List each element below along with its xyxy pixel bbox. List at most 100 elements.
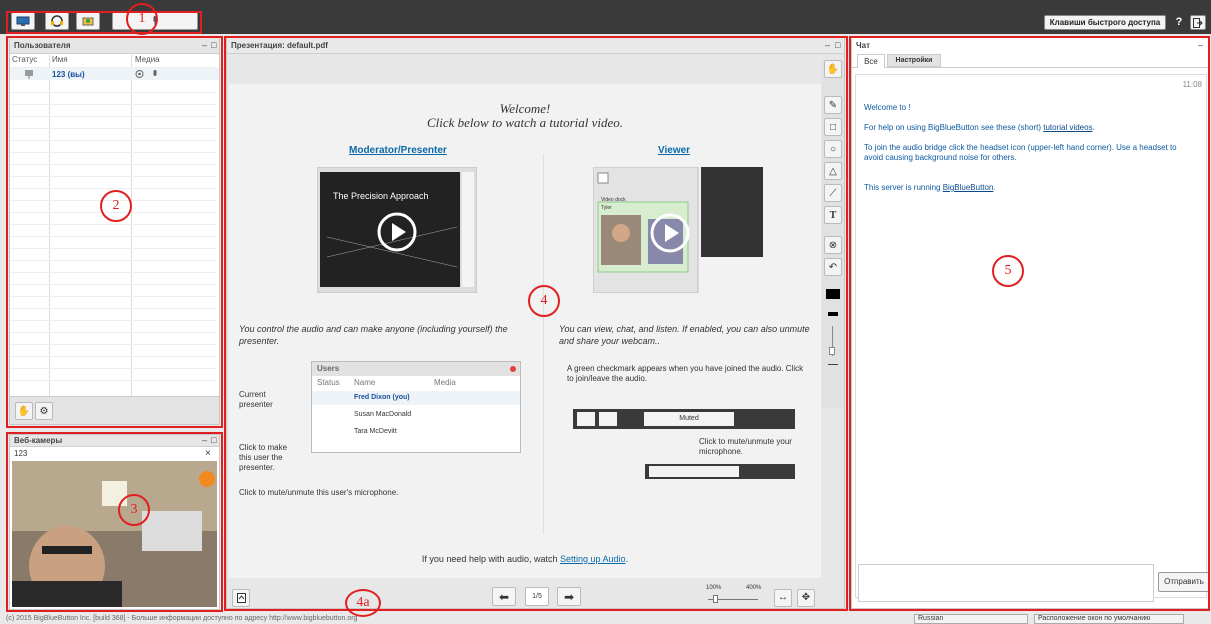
checkmark-note: A green checkmark appears when you have …: [567, 364, 804, 383]
color-picker[interactable]: [826, 289, 840, 299]
presentation-panel: Презентация: default.pdf – □ Welcome! Cl…: [226, 37, 845, 609]
annotation-label: 2: [100, 190, 132, 222]
mini-user: Tyler: [601, 205, 612, 211]
next-slide-button[interactable]: ➡: [557, 587, 581, 606]
chat-tab-all[interactable]: Все: [857, 54, 885, 68]
slide-canvas[interactable]: Welcome! Click below to watch a tutorial…: [229, 84, 821, 578]
example-col-name: Name: [354, 378, 376, 387]
gear-icon: ⚙: [39, 405, 49, 417]
annotation-label: 4a: [345, 589, 381, 617]
moderator-video-link[interactable]: Moderator/Presenter: [349, 145, 447, 156]
upload-icon: [236, 593, 246, 603]
users-panel: Пользователя – □ Статус Имя Медиа 123 (в…: [9, 37, 220, 425]
chat-message: For help on using BigBlueButton see thes…: [864, 123, 1095, 132]
chat-panel: Чат – Все Настройки 11:08 Welcome to ! F…: [851, 37, 1210, 609]
whiteboard-toolbar: ✋ ✎ □ ○ △ ⟋ T ⊗ ↶: [822, 60, 844, 408]
upload-presentation-button[interactable]: [232, 589, 250, 607]
arrow-right-icon: ➡: [563, 589, 575, 604]
moderator-video-thumbnail[interactable]: [317, 167, 477, 293]
zoom-min-label: 100%: [706, 585, 722, 591]
annotation-label: 3: [118, 494, 150, 526]
send-button[interactable]: Отправить: [1158, 572, 1210, 592]
help-button[interactable]: ?: [1172, 15, 1186, 30]
pencil-tool-button[interactable]: ✎: [824, 96, 842, 114]
arrow-left-icon: ⬅: [498, 589, 510, 604]
audio-help-line: If you need help with audio, watch Setti…: [421, 554, 629, 564]
column-status[interactable]: Статус: [10, 55, 50, 67]
close-icon[interactable]: ×: [205, 448, 211, 459]
text-tool-button[interactable]: T: [824, 206, 842, 224]
triangle-tool-button[interactable]: △: [824, 162, 842, 180]
users-example-title: Users: [312, 362, 520, 376]
table-row[interactable]: 123 (вы): [10, 68, 219, 80]
annotation-label: 1: [126, 3, 158, 35]
chat-message: Welcome to !: [864, 103, 911, 112]
user-name: 123 (вы): [52, 70, 85, 79]
slide-divider: [543, 154, 544, 534]
annotation-label: 5: [992, 255, 1024, 287]
webcam-share-button[interactable]: [11, 12, 35, 30]
maximize-icon[interactable]: □: [211, 436, 216, 445]
pan-tool-button[interactable]: ✋: [824, 60, 842, 78]
hand-icon: ✋: [826, 63, 840, 75]
example-user-row: Tara McDevitt: [354, 428, 397, 435]
desktop-share-button[interactable]: [76, 12, 100, 30]
microphone-icon: [153, 70, 157, 76]
column-media[interactable]: Медиа: [133, 55, 213, 67]
minimize-icon[interactable]: –: [1198, 41, 1203, 50]
undo-icon: ↶: [828, 261, 838, 273]
bigbluebutton-link[interactable]: BigBlueButton: [943, 183, 994, 192]
example-toolbar: Muted: [573, 409, 795, 429]
webcam-panel-title: Веб-камеры: [10, 435, 219, 447]
thickness-slider-handle[interactable]: [829, 347, 835, 355]
move-icon: ✥: [801, 592, 811, 603]
headset-button[interactable]: [45, 12, 69, 30]
minimize-icon[interactable]: –: [825, 41, 830, 50]
mini-webcam-label: Video dock: [601, 197, 626, 203]
page-indicator[interactable]: 1/5: [525, 587, 549, 606]
zoom-max-label: 400%: [746, 585, 762, 591]
raise-hand-button[interactable]: ✋: [15, 402, 33, 420]
chat-input[interactable]: [858, 564, 1154, 602]
viewer-video-link[interactable]: Viewer: [658, 145, 690, 156]
presenter-icon: [25, 70, 33, 79]
rectangle-tool-button[interactable]: □: [824, 118, 842, 136]
fit-width-button[interactable]: ↔: [774, 589, 792, 607]
line-tool-button[interactable]: ⟋: [824, 184, 842, 202]
keyboard-shortcuts-button[interactable]: Клавиши быстрого доступа: [1044, 15, 1166, 30]
zoom-slider-handle[interactable]: [713, 595, 718, 603]
ellipse-tool-button[interactable]: ○: [824, 140, 842, 158]
tutorial-videos-link[interactable]: tutorial videos: [1043, 123, 1092, 132]
rectangle-icon: □: [829, 121, 837, 133]
fit-page-button[interactable]: ✥: [797, 589, 815, 607]
maximize-icon[interactable]: □: [211, 41, 216, 50]
clear-icon: ⊗: [828, 239, 838, 251]
minimize-icon[interactable]: –: [202, 41, 207, 50]
mute-self-note: Click to mute/unmute your microphone.: [699, 437, 792, 456]
undo-button[interactable]: ↶: [824, 258, 842, 276]
chat-tab-settings[interactable]: Настройки: [887, 54, 941, 67]
mute-user-note: Click to mute/unmute this user's microph…: [239, 488, 399, 497]
example-col-media: Media: [434, 378, 456, 387]
logout-button[interactable]: [1190, 15, 1206, 30]
monitor-icon: [16, 16, 30, 26]
column-name[interactable]: Имя: [50, 55, 130, 67]
desktop-share-icon: [82, 17, 94, 26]
layout-select[interactable]: Расположение окон по умолчанию: [1034, 614, 1184, 624]
viewer-video-thumbnail[interactable]: [593, 167, 763, 293]
moderator-description: You control the audio and can make anyon…: [239, 324, 508, 346]
clear-button[interactable]: ⊗: [824, 236, 842, 254]
minimize-icon[interactable]: –: [202, 436, 207, 445]
make-presenter-note: Click to make this user the presenter.: [239, 443, 288, 472]
settings-button[interactable]: ⚙: [35, 402, 53, 420]
line-icon: ⟋: [829, 187, 837, 199]
webcam-video: [12, 461, 217, 607]
triangle-icon: △: [829, 165, 837, 177]
current-presenter-note: Current presenter: [239, 390, 273, 409]
chat-message-area[interactable]: 11:08 Welcome to ! For help on using Big…: [855, 74, 1207, 598]
chat-title: Чат: [852, 38, 1208, 54]
language-select[interactable]: Russian: [914, 614, 1028, 624]
maximize-icon[interactable]: □: [835, 41, 840, 50]
setting-up-audio-link[interactable]: Setting up Audio: [560, 554, 626, 564]
previous-slide-button[interactable]: ⬅: [492, 587, 516, 606]
